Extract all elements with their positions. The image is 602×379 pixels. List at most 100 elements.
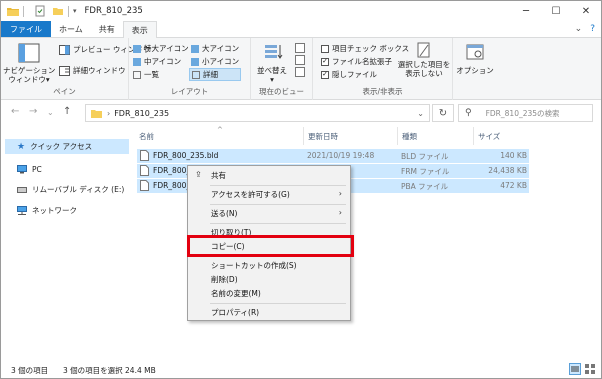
menu-item-send-to[interactable]: 送る(N) › bbox=[188, 206, 350, 221]
options-icon bbox=[466, 44, 484, 60]
qa-separator bbox=[23, 5, 24, 17]
menu-item-label: アクセスを許可する(G) bbox=[211, 190, 290, 199]
maximize-button[interactable]: ☐ bbox=[541, 1, 571, 21]
refresh-button[interactable]: ↻ bbox=[432, 104, 454, 122]
file-type: PBA ファイル bbox=[401, 182, 449, 191]
tab-file[interactable]: ファイル bbox=[1, 21, 51, 37]
column-header-date[interactable]: 更新日時 bbox=[303, 127, 397, 145]
collapse-ribbon-icon[interactable]: ⌄ bbox=[575, 24, 583, 34]
menu-separator bbox=[210, 223, 346, 224]
close-button[interactable]: ✕ bbox=[571, 1, 601, 21]
sidebar-item-label: リムーバブル ディスク (E:) bbox=[32, 185, 125, 194]
pane-group-label: ペイン bbox=[53, 87, 76, 96]
qa-dropdown-icon[interactable]: ▾ bbox=[73, 7, 77, 15]
layout-item-label: 詳細 bbox=[203, 70, 218, 79]
network-icon bbox=[17, 206, 27, 215]
file-extensions-toggle[interactable]: ✓ ファイル名拡張子 bbox=[321, 56, 392, 67]
back-arrow-icon[interactable]: ← bbox=[11, 106, 19, 117]
breadcrumb[interactable]: FDR_810_235 bbox=[114, 109, 169, 118]
breadcrumb-chevron-icon[interactable]: › bbox=[107, 109, 110, 118]
up-arrow-icon[interactable]: ↑ bbox=[63, 106, 71, 117]
layout-small-icons[interactable]: 小アイコン bbox=[191, 56, 239, 67]
options-button[interactable]: オプション bbox=[453, 66, 497, 75]
group-by-icon[interactable] bbox=[295, 43, 305, 53]
help-icon[interactable]: ? bbox=[590, 24, 595, 34]
menu-item-rename[interactable]: 名前の変更(M) bbox=[188, 286, 350, 301]
search-input[interactable]: ⚲ FDR_810_235の検索 bbox=[458, 104, 593, 122]
file-size: 24,438 KB bbox=[488, 166, 527, 175]
sidebar-item-quick-access[interactable]: ★ クイック アクセス bbox=[5, 139, 129, 154]
details-pane-button[interactable]: 詳細ウィンドウ bbox=[59, 65, 126, 76]
checkbox-label: 隠しファイル bbox=[332, 70, 377, 79]
menu-item-grant-access[interactable]: アクセスを許可する(G) › bbox=[188, 187, 350, 202]
table-row[interactable]: FDR_800_235.bld 2021/10/19 19:48 BLD ファイ… bbox=[137, 149, 529, 163]
layout-extra-large-icons[interactable]: 特大アイコン bbox=[133, 43, 189, 54]
new-folder-quick-icon[interactable] bbox=[52, 5, 64, 17]
address-bar[interactable]: › FDR_810_235 ⌄ bbox=[85, 104, 430, 122]
menu-item-create-shortcut[interactable]: ショートカットの作成(S) bbox=[188, 258, 350, 273]
menu-item-label: 削除(D) bbox=[211, 275, 238, 284]
navigation-pane-button[interactable]: ナビゲーション ウィンドウ▾ bbox=[3, 66, 55, 84]
file-icon bbox=[140, 150, 149, 161]
window-title: FDR_810_235 bbox=[84, 6, 143, 16]
address-dropdown-icon[interactable]: ⌄ bbox=[417, 109, 424, 118]
checkbox-checked[interactable]: ✓ bbox=[321, 57, 329, 66]
layout-list[interactable]: 一覧 bbox=[133, 69, 159, 80]
preview-pane-icon bbox=[59, 44, 70, 55]
sidebar-item-network[interactable]: ネットワーク bbox=[5, 203, 129, 218]
sidebar-item-label: クイック アクセス bbox=[30, 142, 93, 151]
column-header-type[interactable]: 種類 bbox=[397, 127, 473, 145]
title-bar: ▾ FDR_810_235 ─ ☐ ✕ bbox=[1, 1, 601, 21]
ribbon-tabs: ファイル ホーム 共有 表示 ⌄ ? bbox=[1, 21, 601, 38]
search-icon: ⚲ bbox=[465, 108, 472, 118]
large-icons-view-icon[interactable] bbox=[584, 363, 596, 375]
window-controls: ─ ☐ ✕ bbox=[511, 1, 601, 21]
sidebar-item-removable-disk[interactable]: リムーバブル ディスク (E:) bbox=[5, 182, 129, 197]
file-icon bbox=[140, 165, 149, 176]
tab-view[interactable]: 表示 bbox=[122, 21, 157, 38]
checkbox-checked[interactable]: ✓ bbox=[321, 70, 329, 79]
checkbox[interactable] bbox=[321, 44, 329, 53]
show-hide-group-label: 表示/非表示 bbox=[362, 87, 403, 96]
sidebar-item-label: ネットワーク bbox=[32, 206, 77, 215]
menu-item-properties[interactable]: プロパティ(R) bbox=[188, 305, 350, 320]
menu-item-label: 名前の変更(M) bbox=[211, 289, 261, 298]
layout-item-label: 小アイコン bbox=[202, 57, 240, 66]
menu-separator bbox=[210, 185, 346, 186]
tab-share[interactable]: 共有 bbox=[91, 21, 123, 37]
file-size: 472 KB bbox=[500, 181, 527, 190]
size-columns-icon[interactable] bbox=[295, 67, 305, 77]
item-checkboxes-toggle[interactable]: 項目チェック ボックス bbox=[321, 43, 409, 54]
status-item-count: 3 個の項目 bbox=[11, 366, 49, 375]
layout-group-label: レイアウト bbox=[170, 87, 209, 96]
large-icons-icon bbox=[191, 44, 199, 53]
hidden-items-toggle[interactable]: ✓ 隠しファイル bbox=[321, 69, 377, 80]
add-columns-icon[interactable] bbox=[295, 55, 305, 65]
details-view-icon[interactable] bbox=[569, 363, 581, 375]
recent-locations-icon[interactable]: ⌄ bbox=[47, 108, 54, 117]
hide-selected-button[interactable]: 選択した項目を 表示しない bbox=[397, 60, 451, 78]
current-view-group-label: 現在のビュー bbox=[259, 87, 304, 96]
properties-quick-icon[interactable] bbox=[34, 5, 46, 17]
sort-icon bbox=[265, 45, 283, 59]
tab-home[interactable]: ホーム bbox=[51, 21, 91, 37]
layout-details[interactable]: 詳細 bbox=[189, 68, 241, 81]
column-header-size[interactable]: サイズ bbox=[473, 127, 533, 145]
ribbon: ナビゲーション ウィンドウ▾ プレビュー ウィンドウ 詳細ウィンドウ ペイン 特… bbox=[1, 38, 601, 100]
highlight-box bbox=[187, 235, 354, 257]
forward-arrow-icon[interactable]: → bbox=[29, 106, 37, 117]
sort-button[interactable]: 並べ替え ▾ bbox=[253, 66, 291, 84]
star-icon: ★ bbox=[17, 141, 26, 152]
minimize-button[interactable]: ─ bbox=[511, 1, 541, 21]
menu-item-delete[interactable]: 削除(D) bbox=[188, 272, 350, 287]
drive-icon bbox=[17, 186, 27, 193]
search-placeholder: FDR_810_235の検索 bbox=[485, 108, 560, 118]
medium-icons-icon bbox=[133, 57, 141, 66]
ribbon-right-controls: ⌄ ? bbox=[575, 24, 595, 34]
layout-large-icons[interactable]: 大アイコン bbox=[191, 43, 239, 54]
folder-icon bbox=[7, 8, 19, 16]
file-size: 140 KB bbox=[500, 151, 527, 160]
menu-item-share[interactable]: ⇪ 共有 bbox=[188, 168, 350, 183]
sidebar-item-pc[interactable]: PC bbox=[5, 162, 129, 177]
layout-medium-icons[interactable]: 中アイコン bbox=[133, 56, 181, 67]
